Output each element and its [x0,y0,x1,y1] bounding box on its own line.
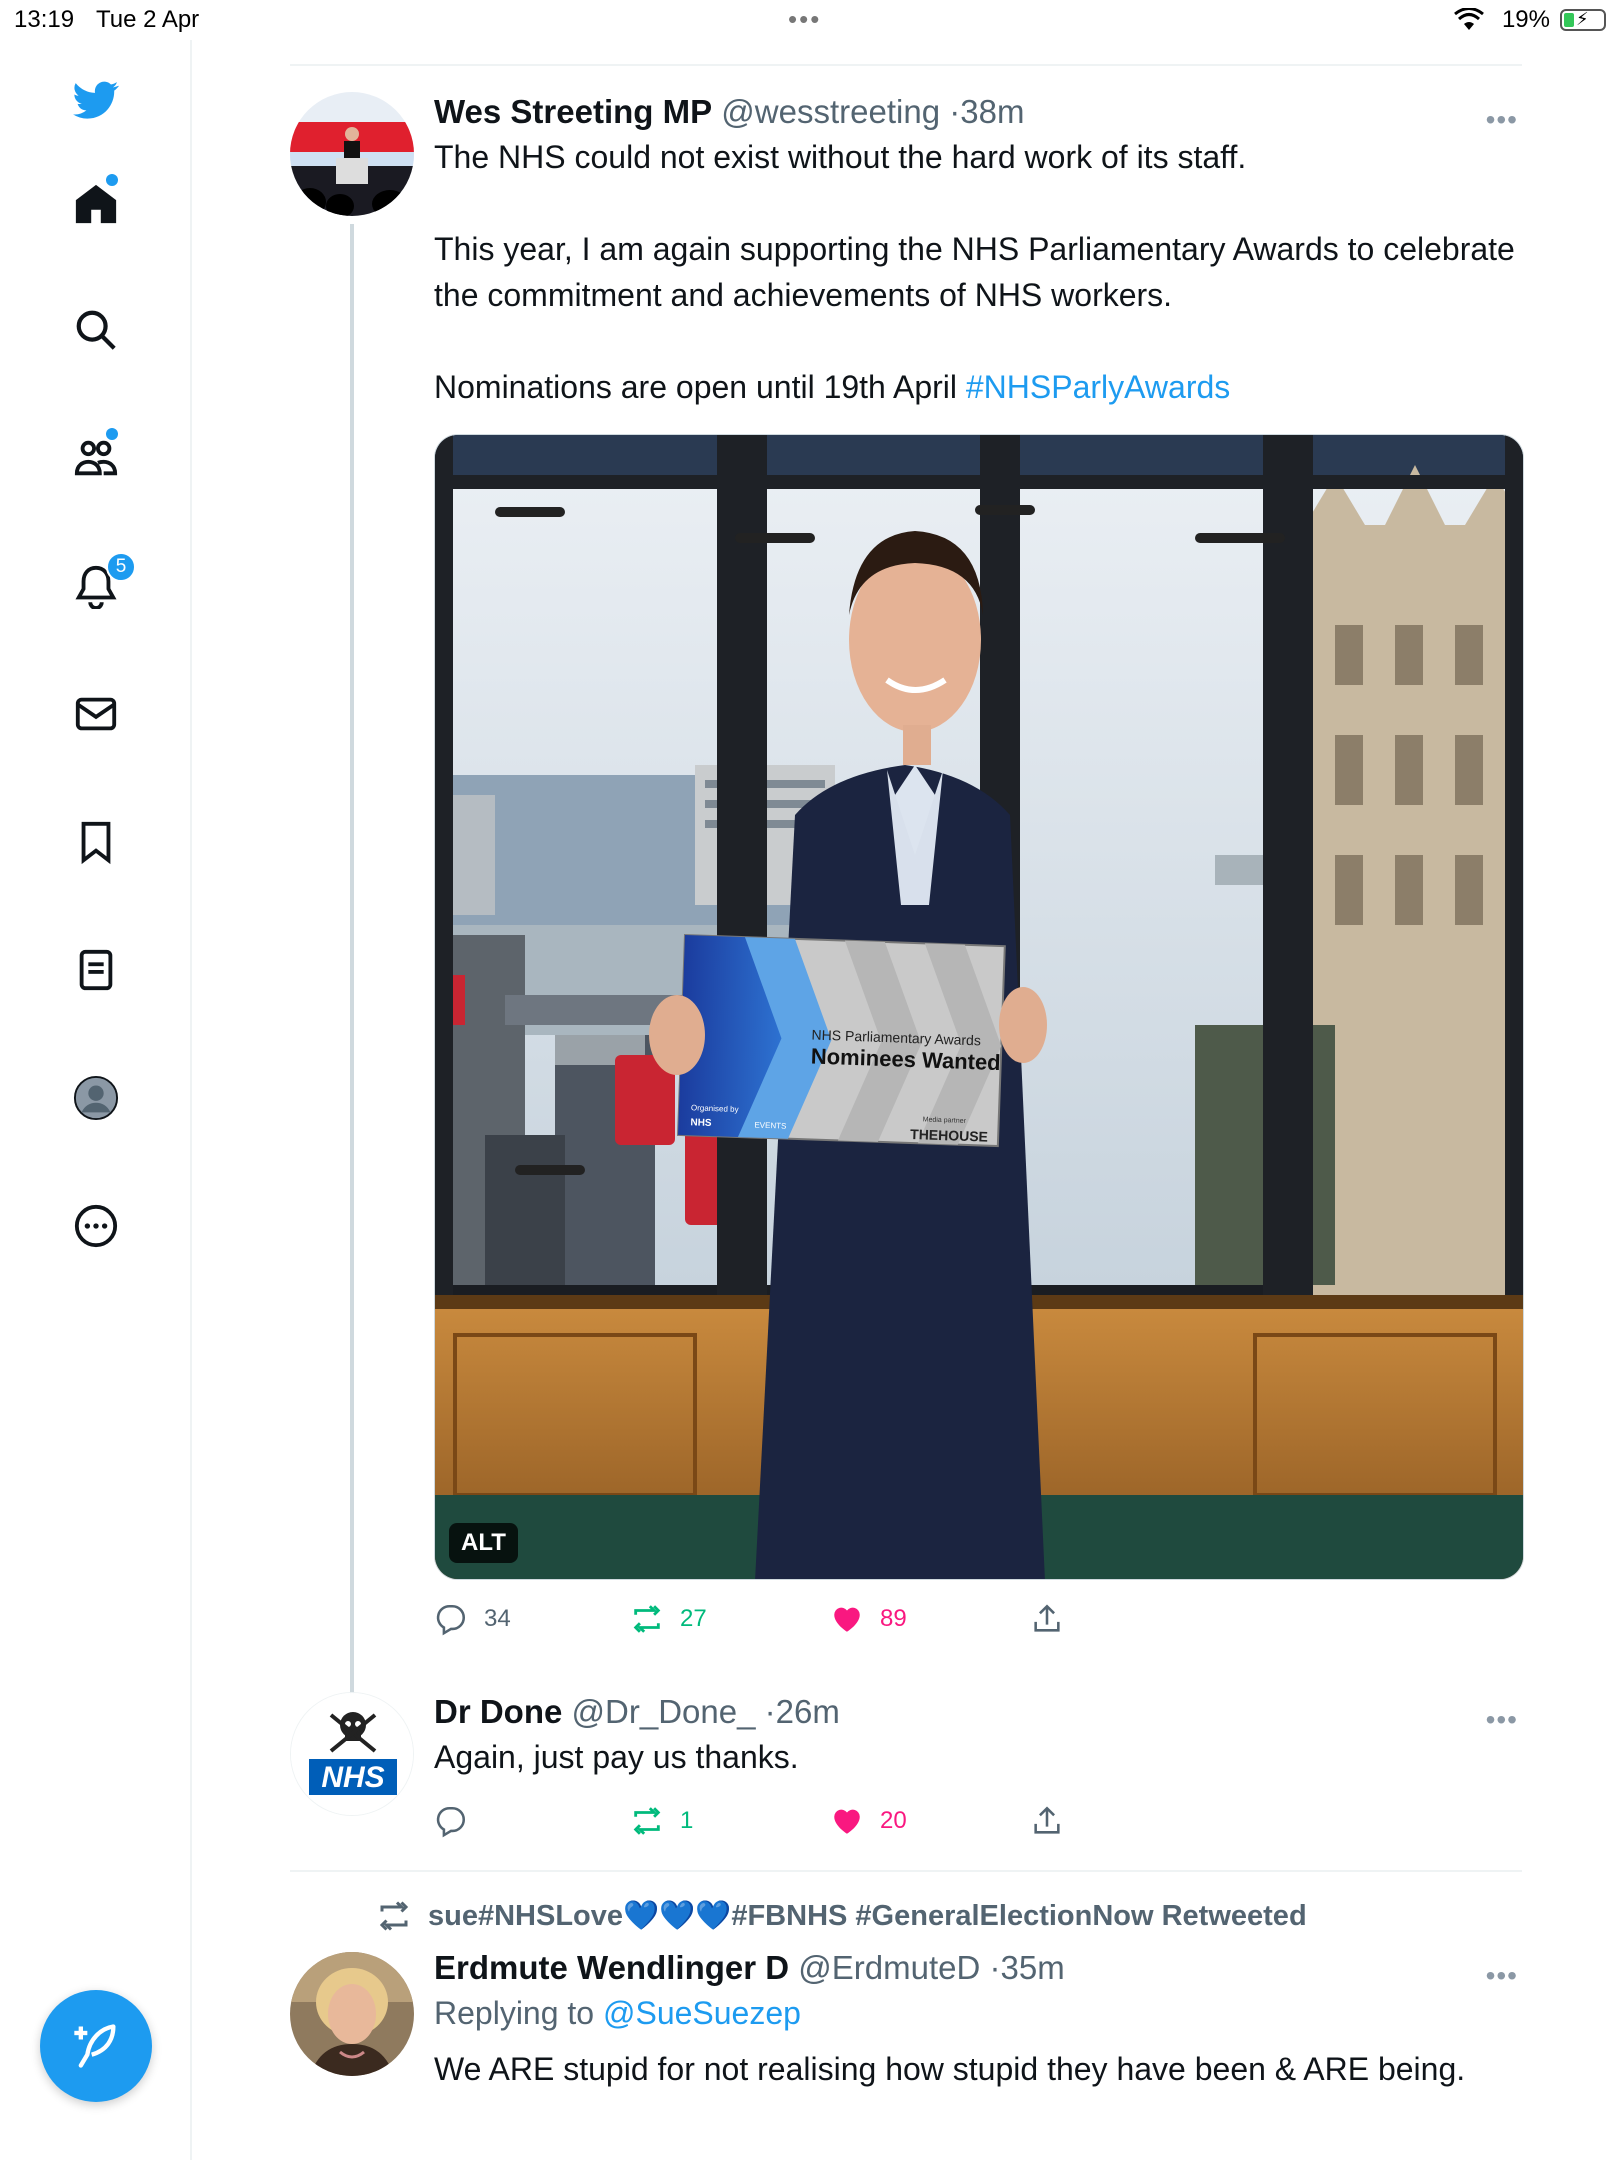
multitasking-dots-icon[interactable]: ••• [788,4,821,35]
replying-to-handle[interactable]: @SueSuezep [603,1995,801,2031]
reply-count: 34 [484,1605,511,1632]
reply-icon [436,1806,465,1838]
sign-organised-by: Organised by [691,1103,739,1114]
heart-filled-icon [834,1607,860,1632]
lists-icon[interactable] [68,942,124,998]
tweet-divider [290,1870,1522,1872]
battery-percentage: 19% [1501,6,1550,33]
status-date: Tue 2 Apr [96,6,200,33]
retweeted-by-banner[interactable]: sue#NHSLove💙💙💙#FBNHS #GeneralElectionNow… [376,1898,1307,1934]
tweet-paragraph: This year, I am again supporting the NHS… [434,231,1515,313]
display-name[interactable]: Dr Done [434,1693,562,1730]
status-time: 13:19 [14,6,75,33]
tweet-text: We ARE stupid for not realising how stup… [434,2051,1466,2087]
avatar[interactable] [290,92,414,216]
photo-image: NHS Parliamentary Awards Nominees Wanted… [435,435,1523,1579]
home-notification-dot [106,174,118,186]
more-circle-icon[interactable] [68,1198,124,1254]
like-button[interactable]: 89 [830,1602,907,1636]
thread-connector-line [350,224,354,1784]
search-icon[interactable] [68,302,124,358]
like-count: 89 [880,1605,907,1632]
compose-tweet-icon [74,2024,116,2068]
replying-to-line: Replying to @SueSuezep [434,1990,1522,2036]
display-name[interactable]: Erdmute Wendlinger D [434,1949,789,1986]
retweet-button[interactable]: 1 [630,1804,693,1838]
user-handle[interactable]: @Dr_Done_ [572,1693,756,1730]
user-handle[interactable]: @ErdmuteD [798,1949,980,1986]
tweet-actions: 1 20 [434,1804,1094,1848]
tweet-text: The NHS could not exist without the hard… [434,134,1522,410]
retweeted-by-text: sue#NHSLove💙💙💙#FBNHS #GeneralElectionNow… [428,1900,1307,1932]
reply-button[interactable]: 34 [434,1602,511,1636]
notifications-badge: 5 [106,552,136,582]
tweet-actions: 34 27 89 [434,1602,1094,1646]
heart-filled-icon [834,1809,860,1834]
tweet-header: Erdmute Wendlinger D @ErdmuteD ·35m [434,1948,1522,1988]
retweet-count: 1 [680,1807,694,1834]
share-button[interactable] [1030,1602,1080,1636]
tweet-header: Wes Streeting MP @wesstreeting ·38m [434,92,1522,132]
like-button[interactable]: 20 [830,1804,907,1838]
sidebar-nav: 5 [0,40,192,2160]
separator-dot: · [989,1949,1001,1986]
avatar[interactable]: NHS [290,1692,414,1816]
like-count: 20 [880,1807,907,1834]
retweet-button[interactable]: 27 [630,1602,707,1636]
wifi-icon [1454,7,1484,39]
sign-partner-name: THEHOUSE [910,1126,988,1145]
reply-button[interactable] [434,1804,484,1838]
bookmark-icon[interactable] [68,814,124,870]
tweet-time[interactable]: 35m [1001,1949,1065,1986]
timeline-top-divider [290,64,1522,66]
tweet-text: Again, just pay us thanks. [434,1739,799,1775]
mail-icon[interactable] [68,686,124,742]
sign-events: EVENTS [754,1121,786,1131]
compose-tweet-button[interactable] [40,1990,152,2102]
hashtag-link[interactable]: #NHSParlyAwards [966,369,1230,405]
status-bar: 13:19 Tue 2 Apr ••• 19% ⚡ [0,0,1620,40]
user-handle[interactable]: @wesstreeting [721,93,940,130]
share-icon [1034,1806,1060,1834]
reply-icon [436,1604,465,1636]
communities-notification-dot [106,428,118,440]
avatar[interactable] [290,1952,414,2076]
display-name[interactable]: Wes Streeting MP [434,93,712,130]
twitter-bird-icon[interactable] [68,72,124,128]
profile-icon[interactable] [68,1070,124,1126]
tweet-time[interactable]: 26m [776,1693,840,1730]
tweet-header: Dr Done @Dr_Done_ ·26m [434,1692,1522,1732]
nhs-logo-text: NHS [321,1761,384,1794]
share-icon [1034,1604,1060,1632]
retweet-icon [633,1605,661,1633]
replying-to-prefix: Replying to [434,1995,603,2031]
tweet-paragraph-text: Nominations are open until 19th April [434,369,966,405]
retweet-icon [633,1807,661,1835]
share-button[interactable] [1030,1804,1080,1838]
tweet-more-options-icon[interactable]: ••• [1486,104,1518,136]
tweet-more-options-icon[interactable]: ••• [1486,1960,1518,1992]
tweet-time[interactable]: 38m [960,93,1024,130]
battery-icon: ⚡ [1560,9,1606,31]
tweet-photo[interactable]: NHS Parliamentary Awards Nominees Wanted… [434,434,1524,1580]
tweet-paragraph: Nominations are open until 19th April #N… [434,364,1522,410]
tweet-more-options-icon[interactable]: ••• [1486,1704,1518,1736]
retweet-count: 27 [680,1605,707,1632]
separator-dot: · [949,93,961,130]
retweet-icon [379,1901,409,1931]
sign-nhs-logo: NHS [690,1117,712,1129]
separator-dot: · [764,1693,776,1730]
alt-text-badge[interactable]: ALT [449,1523,518,1563]
tweet-paragraph: The NHS could not exist without the hard… [434,139,1247,175]
